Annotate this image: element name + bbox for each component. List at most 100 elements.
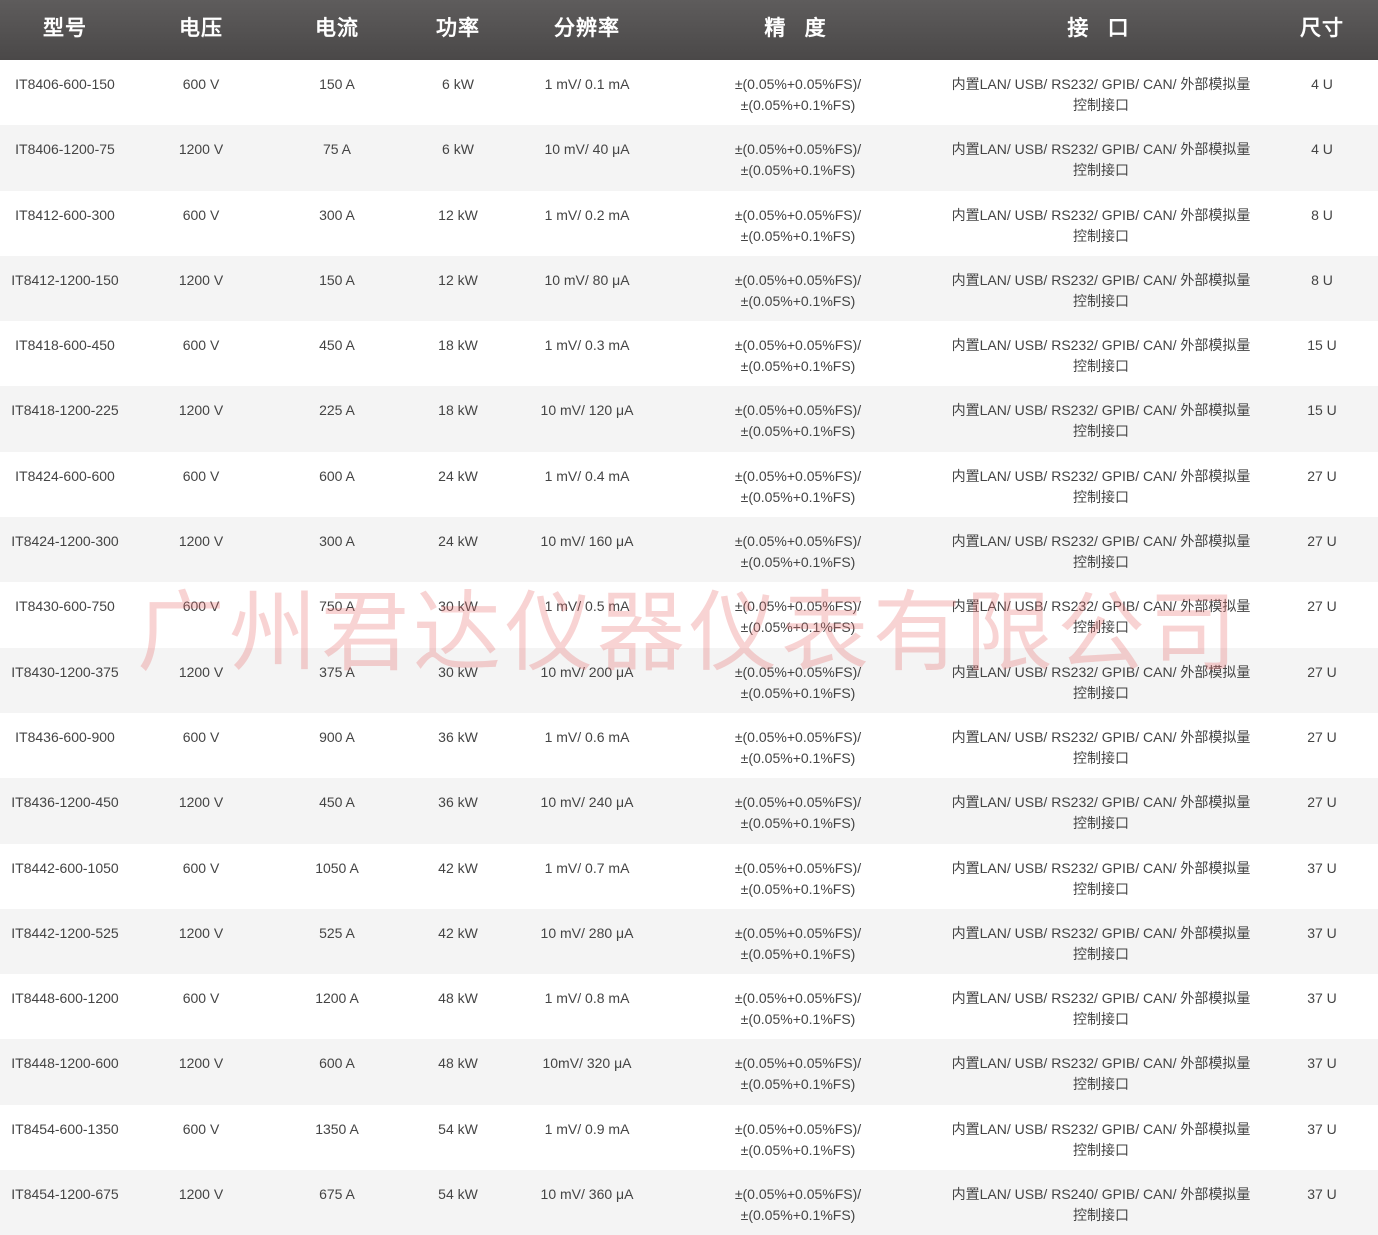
cell-model: IT8442-600-1050 bbox=[11, 859, 119, 876]
cell-size: 8 U bbox=[1311, 271, 1333, 288]
cell-interface-line-2: 控制接口 bbox=[1073, 1011, 1129, 1028]
cell-current: 600 A bbox=[319, 1055, 355, 1072]
cell-interface: 内置LAN/ USB/ RS232/ GPIB/ CAN/ 外部模拟量 控制接口 bbox=[936, 844, 1266, 909]
cell-interface-line-1: 内置LAN/ USB/ RS232/ GPIB/ CAN/ 外部模拟量 bbox=[951, 728, 1251, 745]
cell-size: 15 U bbox=[1307, 402, 1337, 419]
cell-interface-line-1: 内置LAN/ USB/ RS232/ GPIB/ CAN/ 外部模拟量 bbox=[951, 663, 1251, 680]
cell-interface: 内置LAN/ USB/ RS232/ GPIB/ CAN/ 外部模拟量 控制接口 bbox=[936, 321, 1266, 386]
cell-current: 1200 A bbox=[315, 990, 359, 1007]
header-power: 功率 bbox=[436, 16, 480, 40]
cell-power: 6 kW bbox=[442, 76, 474, 92]
cell-model: IT8448-600-1200 bbox=[11, 990, 119, 1007]
header-voltage: 电压 bbox=[179, 16, 223, 40]
cell-model: IT8418-1200-225 bbox=[11, 402, 119, 419]
cell-accuracy: ±(0.05%+0.05%FS)/ ±(0.05%+0.1%FS) bbox=[660, 517, 936, 582]
header-model: 型号 bbox=[43, 16, 87, 40]
cell-resolution: 1 mV/ 0.7 mA bbox=[544, 859, 630, 876]
cell-accuracy: ±(0.05%+0.05%FS)/ ±(0.05%+0.1%FS) bbox=[660, 1105, 936, 1170]
cell-power: 30 kW bbox=[438, 598, 478, 615]
cell-power: 42 kW bbox=[438, 859, 478, 876]
cell-voltage: 600 V bbox=[182, 598, 220, 615]
cell-interface: 内置LAN/ USB/ RS232/ GPIB/ CAN/ 外部模拟量 控制接口 bbox=[936, 452, 1266, 517]
cell-interface-line-2: 控制接口 bbox=[1073, 1207, 1129, 1224]
table-row: IT8448-1200-600 1200 V 600 A 48 kW 10mV/ 320… bbox=[0, 1039, 1378, 1105]
cell-accuracy-line-1: ±(0.05%+0.05%FS)/ bbox=[734, 990, 862, 1007]
cell-resolution: 10 mV/ 160 μA bbox=[540, 533, 634, 550]
cell-interface-line-1: 内置LAN/ USB/ RS232/ GPIB/ CAN/ 外部模拟量 bbox=[951, 990, 1251, 1007]
cell-accuracy-line-2: ±(0.05%+0.1%FS) bbox=[740, 880, 856, 897]
table-body: IT8406-600-150 600 V 150 A 6 kW 1 mV/ 0.1 mA… bbox=[0, 60, 1378, 1235]
cell-interface: 内置LAN/ USB/ RS232/ GPIB/ CAN/ 外部模拟量 控制接口 bbox=[936, 517, 1266, 582]
cell-accuracy-line-2: ±(0.05%+0.1%FS) bbox=[740, 423, 856, 440]
cell-voltage: 600 V bbox=[182, 728, 220, 745]
cell-interface-line-2: 控制接口 bbox=[1073, 684, 1129, 701]
cell-accuracy: ±(0.05%+0.05%FS)/ ±(0.05%+0.1%FS) bbox=[660, 191, 936, 256]
cell-interface-line-2: 控制接口 bbox=[1073, 749, 1129, 766]
cell-accuracy-line-1: ±(0.05%+0.05%FS)/ bbox=[734, 141, 862, 158]
cell-model: IT8442-1200-525 bbox=[11, 924, 119, 941]
cell-accuracy-line-2: ±(0.05%+0.1%FS) bbox=[740, 358, 856, 375]
cell-accuracy-line-2: ±(0.05%+0.1%FS) bbox=[740, 684, 856, 701]
cell-interface: 内置LAN/ USB/ RS232/ GPIB/ CAN/ 外部模拟量 控制接口 bbox=[936, 256, 1266, 321]
cell-model: IT8418-600-450 bbox=[15, 337, 115, 354]
cell-size: 4 U bbox=[1311, 76, 1333, 92]
cell-interface-line-2: 控制接口 bbox=[1073, 619, 1129, 636]
cell-current: 150 A bbox=[319, 271, 355, 288]
cell-interface: 内置LAN/ USB/ RS232/ GPIB/ CAN/ 外部模拟量 控制接口 bbox=[936, 713, 1266, 778]
cell-accuracy-line-2: ±(0.05%+0.1%FS) bbox=[740, 162, 856, 179]
table-row: IT8424-1200-300 1200 V 300 A 24 kW 10 mV/ 16… bbox=[0, 517, 1378, 583]
cell-interface-line-2: 控制接口 bbox=[1073, 1141, 1129, 1158]
cell-current: 375 A bbox=[319, 663, 355, 680]
cell-current: 225 A bbox=[319, 402, 355, 419]
cell-model: IT8454-600-1350 bbox=[11, 1120, 119, 1137]
header-current: 电流 bbox=[315, 16, 359, 40]
cell-accuracy: ±(0.05%+0.05%FS)/ ±(0.05%+0.1%FS) bbox=[660, 452, 936, 517]
cell-accuracy-line-1: ±(0.05%+0.05%FS)/ bbox=[734, 1186, 862, 1203]
cell-accuracy-line-1: ±(0.05%+0.05%FS)/ bbox=[734, 76, 862, 92]
cell-accuracy: ±(0.05%+0.05%FS)/ ±(0.05%+0.1%FS) bbox=[660, 1039, 936, 1104]
cell-resolution: 1 mV/ 0.9 mA bbox=[544, 1120, 630, 1137]
cell-voltage: 600 V bbox=[182, 206, 220, 223]
cell-resolution: 10 mV/ 80 μA bbox=[544, 271, 630, 288]
cell-interface-line-1: 内置LAN/ USB/ RS232/ GPIB/ CAN/ 外部模拟量 bbox=[951, 598, 1251, 615]
table-row: IT8454-1200-675 1200 V 675 A 54 kW 10 mV/ 36… bbox=[0, 1170, 1378, 1235]
cell-interface-line-2: 控制接口 bbox=[1073, 488, 1129, 505]
cell-voltage: 1200 V bbox=[178, 1055, 224, 1072]
cell-accuracy-line-2: ±(0.05%+0.1%FS) bbox=[740, 292, 856, 309]
cell-interface-line-2: 控制接口 bbox=[1073, 554, 1129, 571]
table-row: IT8418-600-450 600 V 450 A 18 kW 1 mV/ 0.3 m… bbox=[0, 321, 1378, 387]
cell-size: 27 U bbox=[1307, 663, 1337, 680]
header-size: 尺寸 bbox=[1300, 16, 1344, 40]
header-accuracy: 精 度 bbox=[764, 16, 832, 40]
cell-accuracy-line-1: ±(0.05%+0.05%FS)/ bbox=[734, 467, 862, 484]
cell-interface-line-2: 控制接口 bbox=[1073, 227, 1129, 244]
cell-model: IT8430-600-750 bbox=[15, 598, 115, 615]
cell-interface: 内置LAN/ USB/ RS232/ GPIB/ CAN/ 外部模拟量 控制接口 bbox=[936, 1105, 1266, 1170]
cell-interface-line-1: 内置LAN/ USB/ RS240/ GPIB/ CAN/ 外部模拟量 bbox=[951, 1186, 1251, 1203]
cell-accuracy-line-1: ±(0.05%+0.05%FS)/ bbox=[734, 663, 862, 680]
cell-accuracy-line-1: ±(0.05%+0.05%FS)/ bbox=[734, 598, 862, 615]
cell-voltage: 600 V bbox=[182, 1120, 220, 1137]
table-row: IT8412-600-300 600 V 300 A 12 kW 1 mV/ 0.2 m… bbox=[0, 190, 1378, 256]
cell-power: 30 kW bbox=[438, 663, 478, 680]
cell-current: 1050 A bbox=[315, 859, 359, 876]
cell-voltage: 1200 V bbox=[178, 141, 224, 158]
cell-model: IT8412-600-300 bbox=[15, 206, 115, 223]
cell-voltage: 1200 V bbox=[178, 1186, 224, 1203]
cell-size: 37 U bbox=[1307, 990, 1337, 1007]
table-row: IT8442-600-1050 600 V 1050 A 42 kW 1 mV/ 0.7… bbox=[0, 843, 1378, 909]
cell-accuracy-line-2: ±(0.05%+0.1%FS) bbox=[740, 749, 856, 766]
cell-interface-line-1: 内置LAN/ USB/ RS232/ GPIB/ CAN/ 外部模拟量 bbox=[951, 1120, 1251, 1137]
cell-accuracy-line-1: ±(0.05%+0.05%FS)/ bbox=[734, 533, 862, 550]
cell-resolution: 1 mV/ 0.8 mA bbox=[544, 990, 630, 1007]
cell-power: 36 kW bbox=[438, 728, 478, 745]
cell-model: IT8424-1200-300 bbox=[11, 533, 119, 550]
table-row: IT8406-1200-75 1200 V 75 A 6 kW 10 mV/ 40 μA… bbox=[0, 125, 1378, 191]
cell-accuracy-line-2: ±(0.05%+0.1%FS) bbox=[740, 945, 856, 962]
cell-interface: 内置LAN/ USB/ RS232/ GPIB/ CAN/ 外部模拟量 控制接口 bbox=[936, 648, 1266, 713]
cell-power: 36 kW bbox=[438, 794, 478, 811]
cell-interface-line-2: 控制接口 bbox=[1073, 97, 1129, 113]
cell-size: 27 U bbox=[1307, 467, 1337, 484]
cell-power: 24 kW bbox=[438, 533, 478, 550]
cell-power: 12 kW bbox=[438, 206, 478, 223]
